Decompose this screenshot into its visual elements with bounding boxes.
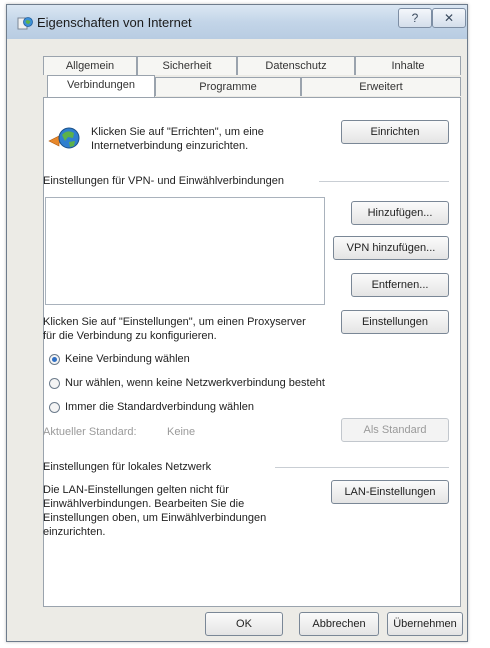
tab-inhalte[interactable]: Inhalte bbox=[355, 56, 461, 75]
internet-options-dialog: Eigenschaften von Internet ? ✕ Allgemein… bbox=[6, 4, 468, 642]
add-vpn-button[interactable]: VPN hinzufügen... bbox=[333, 236, 449, 260]
tab-allgemein[interactable]: Allgemein bbox=[43, 56, 137, 75]
vpn-group-label: Einstellungen für VPN- und Einwählverbin… bbox=[43, 175, 284, 187]
tab-programme[interactable]: Programme bbox=[155, 77, 301, 96]
lan-group-divider bbox=[275, 467, 449, 468]
setup-button[interactable]: Einrichten bbox=[341, 120, 449, 144]
radio-label: Keine Verbindung wählen bbox=[65, 353, 190, 365]
setup-text: Klicken Sie auf "Errichten", um eine Int… bbox=[91, 126, 264, 152]
radio-option-dial-when-no-network[interactable]: Nur wählen, wenn keine Netzwerkverbindun… bbox=[49, 376, 325, 390]
proxy-text: Klicken Sie auf "Einstellungen", um eine… bbox=[43, 316, 306, 342]
window-title: Eigenschaften von Internet bbox=[37, 15, 192, 30]
radio-option-no-dial[interactable]: Keine Verbindung wählen bbox=[49, 352, 190, 366]
connections-listbox[interactable] bbox=[45, 197, 325, 305]
tab-verbindungen[interactable]: Verbindungen bbox=[47, 75, 155, 97]
radio-label: Immer die Standardverbindung wählen bbox=[65, 401, 254, 413]
internet-globe-icon bbox=[17, 17, 33, 30]
radio-button[interactable] bbox=[49, 401, 60, 413]
radio-button[interactable] bbox=[49, 353, 60, 365]
lan-group-label: Einstellungen für lokales Netzwerk bbox=[43, 461, 212, 473]
radio-option-always-dial-default[interactable]: Immer die Standardverbindung wählen bbox=[49, 400, 254, 414]
remove-button[interactable]: Entfernen... bbox=[351, 273, 449, 297]
radio-label: Nur wählen, wenn keine Netzwerkverbindun… bbox=[65, 377, 325, 389]
apply-button[interactable]: Übernehmen bbox=[387, 612, 463, 636]
set-default-button[interactable]: Als Standard bbox=[341, 418, 449, 442]
ok-button[interactable]: OK bbox=[205, 612, 283, 636]
lan-settings-button[interactable]: LAN-Einstellungen bbox=[331, 480, 449, 504]
add-button[interactable]: Hinzufügen... bbox=[351, 201, 449, 225]
lan-text: Die LAN-Einstellungen gelten nicht für E… bbox=[43, 484, 267, 538]
network-globe-icon bbox=[48, 127, 80, 149]
title-bar[interactable]: Eigenschaften von Internet ? ✕ bbox=[7, 5, 467, 39]
cancel-button[interactable]: Abbrechen bbox=[299, 612, 379, 636]
tab-datenschutz[interactable]: Datenschutz bbox=[237, 56, 355, 75]
settings-button[interactable]: Einstellungen bbox=[341, 310, 449, 334]
close-button[interactable]: ✕ bbox=[432, 8, 466, 28]
tab-sicherheit[interactable]: Sicherheit bbox=[137, 56, 237, 75]
current-default-value: Keine bbox=[167, 426, 196, 438]
tab-erweitert[interactable]: Erweitert bbox=[301, 77, 461, 96]
help-button[interactable]: ? bbox=[398, 8, 432, 28]
current-default-label: Aktueller Standard: bbox=[43, 426, 137, 438]
radio-button[interactable] bbox=[49, 377, 60, 389]
vpn-group-divider bbox=[319, 181, 449, 182]
